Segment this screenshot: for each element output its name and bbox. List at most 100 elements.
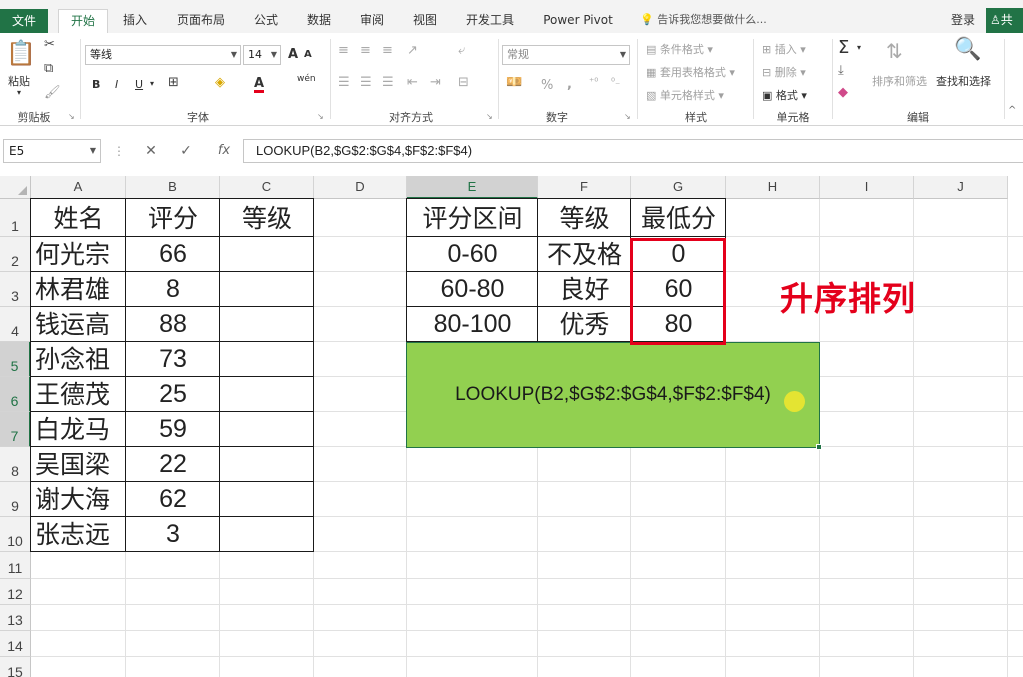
collapse-ribbon-icon[interactable]: ^: [1008, 105, 1016, 116]
tab-file[interactable]: 文件: [0, 9, 48, 33]
tab-home[interactable]: 开始: [58, 9, 108, 33]
number-format-select[interactable]: 常规 ▼: [502, 45, 630, 65]
tab-review[interactable]: 审阅: [350, 9, 394, 33]
lookup-header-cell[interactable]: 等级: [538, 199, 631, 237]
min-score-cell[interactable]: 60: [631, 272, 726, 307]
row-header-8[interactable]: 8: [0, 447, 31, 482]
row-header-1[interactable]: 1: [0, 199, 31, 237]
name-cell[interactable]: 孙念祖: [31, 342, 126, 377]
grade-cell[interactable]: [220, 307, 314, 342]
paste-dropdown-icon[interactable]: ▾: [17, 88, 21, 97]
tab-insert[interactable]: 插入: [112, 9, 158, 33]
range-cell[interactable]: 60-80: [407, 272, 538, 307]
sort-filter-icon[interactable]: ⇅: [886, 39, 903, 63]
worksheet-grid[interactable]: ABCDEFGHIJ 1 2 3 4 5 6 7 8 9 10 11 12 13 14 15 姓名 评分 等级何…: [0, 176, 1023, 677]
number-launcher-icon[interactable]: ↘: [624, 112, 631, 121]
grade-cell[interactable]: [220, 447, 314, 482]
header-cell[interactable]: 等级: [220, 199, 314, 237]
font-size-select[interactable]: 14 ▼: [243, 45, 281, 65]
underline-dropdown-icon[interactable]: ▾: [150, 79, 154, 88]
row-header-12[interactable]: 12: [0, 579, 31, 605]
format-painter-icon[interactable]: 🖌: [44, 85, 61, 100]
column-header-i[interactable]: I: [820, 176, 914, 199]
score-cell[interactable]: 3: [126, 517, 220, 552]
align-middle-icon[interactable]: ≡: [360, 43, 371, 58]
min-score-cell[interactable]: 0: [631, 237, 726, 272]
score-cell[interactable]: 73: [126, 342, 220, 377]
highlighted-formula-box[interactable]: LOOKUP(B2,$G$2:$G$4,$F$2:$F$4): [406, 342, 820, 448]
autosum-button[interactable]: Σ: [838, 37, 849, 58]
column-header-h[interactable]: H: [726, 176, 820, 199]
name-cell[interactable]: 白龙马: [31, 412, 126, 447]
column-header-j[interactable]: J: [914, 176, 1008, 199]
name-cell[interactable]: 谢大海: [31, 482, 126, 517]
score-cell[interactable]: 66: [126, 237, 220, 272]
accounting-format-icon[interactable]: 💴: [506, 75, 522, 90]
phonetic-button[interactable]: wén: [297, 74, 316, 84]
percent-button[interactable]: %: [541, 78, 553, 93]
tab-view[interactable]: 视图: [403, 9, 447, 33]
increase-indent-icon[interactable]: ⇥: [430, 75, 441, 90]
lookup-grade-cell[interactable]: 优秀: [538, 307, 631, 342]
row-header-13[interactable]: 13: [0, 605, 31, 631]
column-header-g[interactable]: G: [631, 176, 726, 199]
clipboard-launcher-icon[interactable]: ↘: [68, 112, 75, 121]
grade-cell[interactable]: [220, 237, 314, 272]
align-top-icon[interactable]: ≡: [338, 43, 349, 58]
fill-color-icon[interactable]: ◈: [215, 75, 225, 90]
format-cells-button[interactable]: ▣ 格式 ▾: [762, 87, 807, 103]
wrap-text-icon[interactable]: ⤶: [458, 43, 465, 58]
grow-font-button[interactable]: A: [288, 47, 298, 62]
cut-icon[interactable]: ✂: [44, 37, 55, 52]
column-header-b[interactable]: B: [126, 176, 220, 199]
grade-cell[interactable]: [220, 272, 314, 307]
enter-icon[interactable]: ✓: [175, 139, 197, 163]
tab-power-pivot[interactable]: Power Pivot: [534, 9, 622, 33]
min-score-cell[interactable]: 80: [631, 307, 726, 342]
name-cell[interactable]: 张志远: [31, 517, 126, 552]
increase-decimal-icon[interactable]: ⁺⁰: [589, 77, 598, 88]
lookup-header-cell[interactable]: 评分区间: [407, 199, 538, 237]
align-right-icon[interactable]: ☰: [382, 75, 394, 90]
align-bottom-icon[interactable]: ≡: [382, 43, 393, 58]
column-header-c[interactable]: C: [220, 176, 314, 199]
tab-developer[interactable]: 开发工具: [456, 9, 524, 33]
row-header-2[interactable]: 2: [0, 237, 31, 272]
row-header-6[interactable]: 6: [0, 377, 31, 412]
score-cell[interactable]: 22: [126, 447, 220, 482]
align-left-icon[interactable]: ☰: [338, 75, 350, 90]
orientation-icon[interactable]: ↗: [407, 43, 418, 58]
lookup-header-cell[interactable]: 最低分: [631, 199, 726, 237]
format-as-table-button[interactable]: ▦ 套用表格格式 ▾: [646, 64, 735, 80]
score-cell[interactable]: 8: [126, 272, 220, 307]
row-header-9[interactable]: 9: [0, 482, 31, 517]
cancel-icon[interactable]: ✕: [140, 139, 162, 163]
name-cell[interactable]: 吴国梁: [31, 447, 126, 482]
column-header-d[interactable]: D: [314, 176, 407, 199]
column-header-e[interactable]: E: [407, 176, 538, 199]
header-cell[interactable]: 姓名: [31, 199, 126, 237]
row-header-5[interactable]: 5: [0, 342, 31, 377]
name-cell[interactable]: 王德茂: [31, 377, 126, 412]
grade-cell[interactable]: [220, 377, 314, 412]
score-cell[interactable]: 25: [126, 377, 220, 412]
conditional-formatting-button[interactable]: ▤ 条件格式 ▾: [646, 41, 713, 57]
formula-input[interactable]: LOOKUP(B2,$G$2:$G$4,$F$2:$F$4): [243, 139, 1023, 163]
merge-center-icon[interactable]: ⊟: [458, 75, 469, 90]
name-cell[interactable]: 何光宗: [31, 237, 126, 272]
font-launcher-icon[interactable]: ↘: [317, 112, 324, 121]
paste-icon[interactable]: 📋: [6, 39, 36, 67]
magnifier-icon[interactable]: 🔍: [954, 37, 981, 62]
insert-function-button[interactable]: fx: [213, 139, 235, 163]
tell-me-search[interactable]: 💡 告诉我您想要做什么...: [640, 9, 767, 31]
select-all-button[interactable]: [0, 176, 31, 199]
name-box[interactable]: E5 ▼: [3, 139, 101, 163]
italic-button[interactable]: I: [115, 78, 118, 91]
range-cell[interactable]: 0-60: [407, 237, 538, 272]
more-options-icon[interactable]: ⋮: [112, 139, 126, 163]
name-cell[interactable]: 钱运高: [31, 307, 126, 342]
shrink-font-button[interactable]: A: [304, 49, 312, 60]
row-header-11[interactable]: 11: [0, 552, 31, 579]
fill-handle[interactable]: [816, 444, 822, 450]
row-header-14[interactable]: 14: [0, 631, 31, 657]
